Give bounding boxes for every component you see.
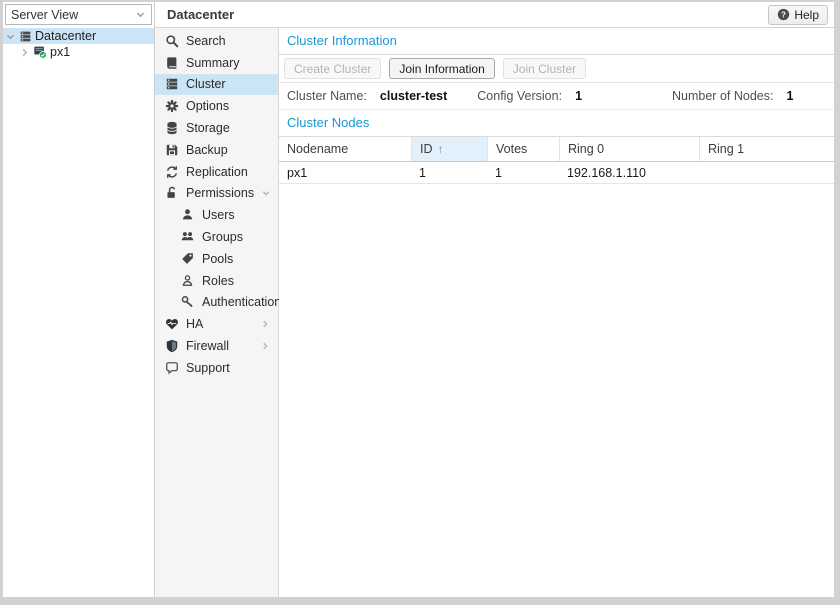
expander-closed-icon[interactable]	[19, 47, 30, 58]
join-information-button[interactable]: Join Information	[389, 58, 494, 79]
cell-votes: 1	[487, 162, 559, 183]
book-icon	[165, 56, 179, 70]
tree-item-px1[interactable]: px1	[3, 44, 154, 60]
nav-item-permissions[interactable]: Permissions	[155, 183, 278, 205]
content-empty-area	[279, 184, 834, 597]
nav-item-backup[interactable]: Backup	[155, 139, 278, 161]
cluster-name-label: Cluster Name:	[287, 89, 367, 103]
number-of-nodes-label: Number of Nodes:	[672, 89, 773, 103]
shield-icon	[165, 339, 179, 353]
datacenter-icon	[19, 30, 32, 43]
users-group-icon	[181, 230, 195, 244]
chevron-down-icon[interactable]	[261, 188, 271, 198]
config-version-value: 1	[575, 89, 582, 103]
section-title-cluster-information: Cluster Information	[279, 28, 834, 55]
column-header-id[interactable]: ID↑	[411, 137, 487, 161]
help-button-label: Help	[794, 8, 819, 22]
nav-item-cluster[interactable]: Cluster	[155, 74, 278, 96]
view-selector[interactable]: Server View	[5, 4, 152, 25]
search-icon	[165, 34, 179, 48]
sync-arrows-icon	[165, 165, 179, 179]
chevron-right-icon[interactable]	[260, 319, 270, 329]
view-selector-value: Server View	[11, 8, 78, 22]
key-icon	[181, 295, 195, 309]
page-title: Datacenter	[167, 7, 234, 22]
cell-ring1	[699, 162, 834, 183]
person-outline-icon	[181, 274, 195, 288]
number-of-nodes-value: 1	[786, 89, 793, 103]
nodes-table-header: Nodename ID↑ Votes Ring 0 Ring 1	[279, 137, 834, 162]
user-icon	[181, 208, 195, 222]
column-header-nodename[interactable]: Nodename	[279, 137, 411, 161]
app-window: Server View Datacenter px1 Datacenter ?	[3, 2, 834, 597]
nav-item-roles[interactable]: Roles	[155, 270, 278, 292]
column-header-ring0[interactable]: Ring 0	[559, 137, 699, 161]
svg-text:?: ?	[781, 10, 786, 19]
create-cluster-button[interactable]: Create Cluster	[284, 58, 381, 79]
chevron-right-icon[interactable]	[260, 341, 270, 351]
comment-icon	[165, 361, 179, 375]
nav-item-groups[interactable]: Groups	[155, 226, 278, 248]
database-icon	[165, 121, 179, 135]
cell-id: 1	[411, 162, 487, 183]
unlock-icon	[165, 186, 179, 200]
cluster-icon	[165, 77, 179, 91]
node-online-icon	[33, 45, 47, 59]
table-row[interactable]: px1 1 1 192.168.1.110	[279, 162, 834, 184]
sort-asc-icon: ↑	[438, 142, 444, 156]
nav-item-users[interactable]: Users	[155, 204, 278, 226]
nav-item-authentication[interactable]: Authentication	[155, 292, 278, 314]
datacenter-nav: Search Summary Cluster Options Storage	[155, 28, 279, 597]
cell-nodename: px1	[279, 162, 411, 183]
resource-tree-panel: Server View Datacenter px1	[3, 2, 155, 597]
nav-item-replication[interactable]: Replication	[155, 161, 278, 183]
tag-icon	[181, 252, 195, 266]
nav-item-firewall[interactable]: Firewall	[155, 335, 278, 357]
gear-icon	[165, 99, 179, 113]
cluster-content: Cluster Information Create Cluster Join …	[279, 28, 834, 597]
column-header-votes[interactable]: Votes	[487, 137, 559, 161]
help-button[interactable]: ? Help	[768, 5, 828, 25]
nav-item-pools[interactable]: Pools	[155, 248, 278, 270]
nav-item-search[interactable]: Search	[155, 30, 278, 52]
column-header-ring1[interactable]: Ring 1	[699, 137, 834, 161]
help-icon: ?	[777, 8, 790, 21]
nav-item-summary[interactable]: Summary	[155, 52, 278, 74]
tree-item-label: px1	[50, 45, 70, 59]
main-header: Datacenter ? Help	[155, 2, 834, 28]
cluster-info-row: Cluster Name: cluster-test Config Versio…	[279, 83, 834, 110]
cluster-name-value: cluster-test	[380, 89, 447, 103]
heartbeat-icon	[165, 317, 179, 331]
expander-open-icon[interactable]	[5, 31, 16, 42]
resource-tree: Datacenter px1	[3, 28, 154, 60]
nav-item-ha[interactable]: HA	[155, 313, 278, 335]
tree-item-datacenter[interactable]: Datacenter	[3, 28, 154, 44]
nav-item-support[interactable]: Support	[155, 357, 278, 379]
join-cluster-button[interactable]: Join Cluster	[503, 58, 586, 79]
section-title-cluster-nodes: Cluster Nodes	[279, 110, 834, 137]
cell-ring0: 192.168.1.110	[559, 162, 699, 183]
config-version-label: Config Version:	[477, 89, 562, 103]
floppy-icon	[165, 143, 179, 157]
nav-item-options[interactable]: Options	[155, 95, 278, 117]
main-panel: Datacenter ? Help Search Summary C	[155, 2, 834, 597]
tree-item-label: Datacenter	[35, 29, 96, 43]
chevron-down-icon	[135, 9, 146, 20]
cluster-toolbar: Create Cluster Join Information Join Clu…	[279, 55, 834, 83]
nav-item-storage[interactable]: Storage	[155, 117, 278, 139]
